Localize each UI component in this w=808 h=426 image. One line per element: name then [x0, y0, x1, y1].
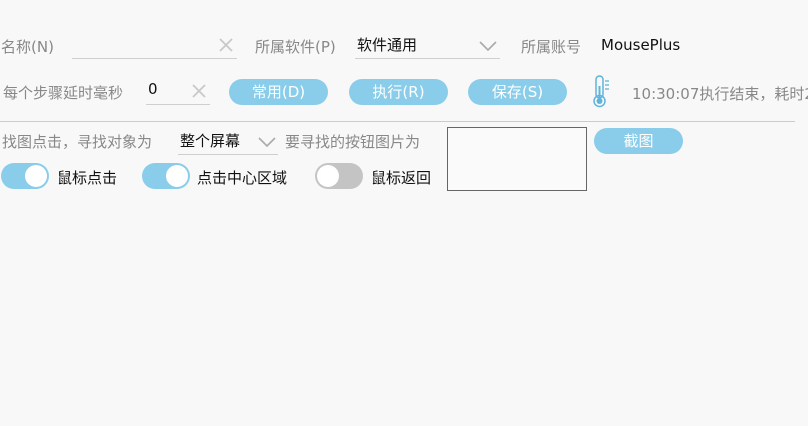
account-label: 所属账号 — [521, 38, 582, 56]
save-button[interactable]: 保存(S) — [468, 79, 567, 105]
target-select[interactable]: 整个屏幕 — [178, 126, 278, 155]
toggle-knob — [25, 165, 47, 187]
status-text: 10:30:07执行结束，耗时2 — [632, 85, 808, 103]
common-button[interactable]: 常用(D) — [229, 79, 328, 105]
name-label: 名称(N) — [1, 38, 54, 56]
mouse-click-label: 鼠标点击 — [57, 169, 118, 187]
account-value: MousePlus — [601, 36, 681, 54]
click-center-label: 点击中心区域 — [197, 169, 288, 187]
target-select-value: 整个屏幕 — [180, 132, 241, 150]
thermometer-icon[interactable] — [590, 74, 612, 108]
software-select[interactable]: 软件通用 — [355, 30, 500, 59]
capture-button[interactable]: 截图 — [594, 128, 683, 154]
name-field[interactable] — [72, 30, 237, 59]
chevron-down-icon — [479, 41, 497, 52]
toggle-knob — [317, 165, 339, 187]
execute-button[interactable]: 执行(R) — [349, 79, 448, 105]
software-label: 所属软件(P) — [255, 38, 336, 56]
chevron-down-icon — [258, 137, 276, 148]
software-select-value: 软件通用 — [357, 36, 418, 54]
click-center-toggle[interactable] — [142, 163, 190, 189]
toggle-knob — [166, 165, 188, 187]
mouse-return-toggle[interactable] — [315, 163, 363, 189]
clear-icon[interactable] — [217, 36, 235, 54]
clear-icon[interactable] — [190, 82, 208, 100]
delay-input[interactable]: 0 — [148, 80, 158, 98]
mouse-click-toggle[interactable] — [1, 163, 49, 189]
image-label: 要寻找的按钮图片为 — [285, 133, 421, 151]
find-label: 找图点击，寻找对象为 — [2, 133, 153, 151]
main-window: 名称(N) 所属软件(P) 软件通用 所属账号 MousePlus 每个步骤延时… — [0, 0, 808, 426]
section-divider — [0, 121, 795, 122]
delay-label: 每个步骤延时毫秒 — [3, 84, 124, 102]
mouse-return-label: 鼠标返回 — [371, 169, 432, 187]
delay-field[interactable]: 0 — [146, 76, 210, 105]
target-image-preview[interactable] — [447, 127, 587, 191]
